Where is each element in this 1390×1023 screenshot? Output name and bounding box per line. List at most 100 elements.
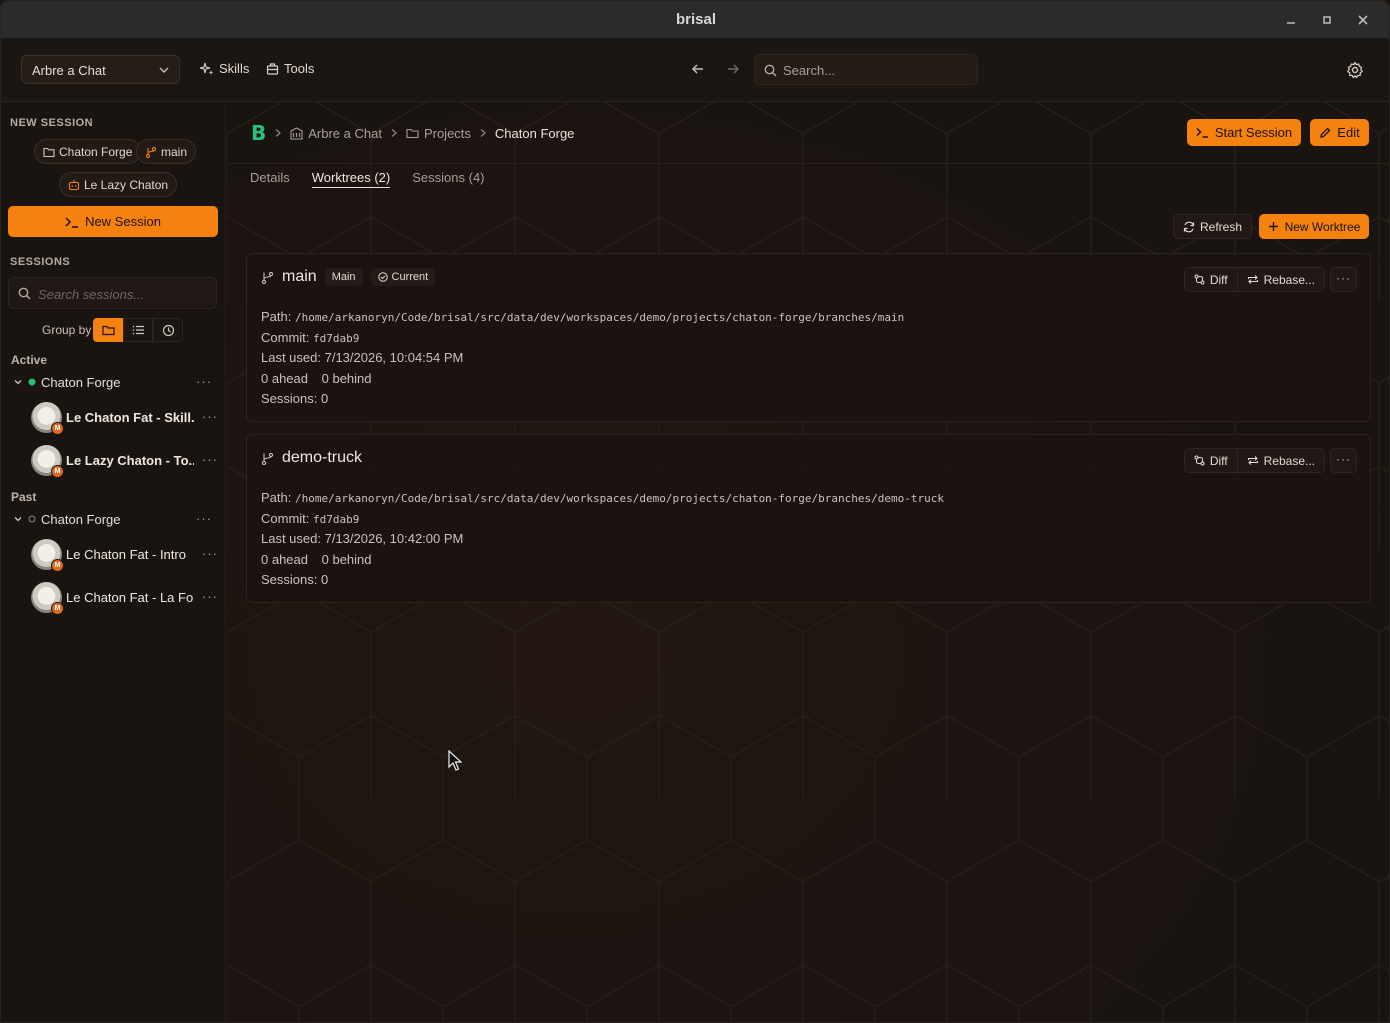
rebase-button[interactable]: Rebase... [1236,449,1324,472]
start-session-button[interactable]: Start Session [1187,119,1301,146]
breadcrumb-projects[interactable]: Projects [406,126,471,141]
active-group-label: Active [11,353,48,367]
session-search-input[interactable]: Search sessions... [8,277,217,309]
model-badge: M [51,464,64,478]
skills-label: Skills [219,61,250,76]
more-options-icon[interactable]: ··· [196,374,212,389]
terminal-icon [65,216,79,228]
settings-gear-icon[interactable] [1346,61,1364,79]
chevron-right-icon [274,128,282,138]
group-by-time-button[interactable] [153,318,183,342]
new-worktree-button[interactable]: New Worktree [1259,214,1369,239]
session-name: Le Chaton Fat - Skill... [66,409,194,425]
session-item[interactable]: M Le Lazy Chaton - To... ··· [31,443,221,478]
main-badge: Main [324,268,363,286]
building-icon [290,126,303,140]
more-options-icon[interactable]: ··· [202,452,218,467]
worktree-path-value: /home/arkanoryn/Code/brisal/src/data/dev… [294,492,944,505]
session-name: Le Chaton Fat - Intro [66,546,186,562]
more-options-icon[interactable]: ··· [196,511,212,526]
new-session-heading: NEW SESSION [10,117,94,129]
diff-label: Diff [1209,272,1228,287]
worktree-path-label: Path: [261,309,292,324]
model-badge: M [51,421,64,435]
breadcrumb-projects-label: Projects [423,125,471,141]
maximize-icon[interactable] [1319,12,1335,28]
past-project-group[interactable]: Chaton Forge ··· [13,508,218,530]
worktree-path-value: /home/arkanoryn/Code/brisal/src/data/dev… [294,311,905,324]
worktree-commit-value: fd7dab9 [313,332,360,345]
group-by-folder-button[interactable] [93,318,123,342]
edit-button[interactable]: Edit [1310,119,1369,146]
diff-icon [1194,274,1205,285]
past-group-label: Past [11,490,37,504]
more-options-icon[interactable]: ··· [1330,448,1357,473]
branch-chip[interactable]: main [136,139,197,164]
session-name: Le Lazy Chaton - To... [66,452,194,468]
agent-chip[interactable]: Le Lazy Chaton [59,172,178,197]
chevron-right-icon [479,128,487,138]
tab-worktrees[interactable]: Worktrees (2) [311,170,391,188]
session-item[interactable]: M Le Chaton Fat - La Fo... ··· [31,580,221,615]
more-options-icon[interactable]: ··· [202,589,218,604]
sidebar: NEW SESSION Chaton Forge main Le Lazy Ch… [1,102,226,1022]
git-branch-icon [261,271,274,284]
breadcrumb-workspace[interactable]: Arbre a Chat [290,126,382,141]
more-options-icon[interactable]: ··· [202,546,218,561]
worktree-sessions: Sessions: 0 [261,572,329,587]
worktree-path: Path: /home/arkanoryn/Code/brisal/src/da… [261,490,944,505]
app-logo[interactable]: B [251,121,266,145]
refresh-button[interactable]: Refresh [1173,214,1253,239]
group-by-list-button[interactable] [123,318,153,342]
forward-arrow-icon[interactable] [725,61,741,77]
edit-label: Edit [1337,125,1360,140]
behind-count: 0 behind [321,552,372,567]
diff-button[interactable]: Diff [1184,449,1237,472]
list-icon [132,324,145,336]
active-status-dot-icon [28,378,36,386]
worktree-last-used: Last used: 7/13/2026, 10:42:00 PM [261,531,464,546]
worktree-commit: Commit: fd7dab9 [261,330,359,345]
more-options-icon[interactable]: ··· [1330,267,1357,292]
diff-button[interactable]: Diff [1184,268,1237,291]
ahead-count: 0 ahead [261,371,308,386]
active-project-group[interactable]: Chaton Forge ··· [13,371,218,393]
tab-sessions[interactable]: Sessions (4) [412,170,484,188]
search-icon [18,287,31,300]
session-item[interactable]: M Le Chaton Fat - Intro ··· [31,537,221,572]
toolbox-icon [266,62,279,75]
pencil-icon [1319,127,1331,139]
tools-link[interactable]: Tools [266,61,314,76]
project-chip[interactable]: Chaton Forge [34,139,142,164]
toolbar: Arbre a Chat Skills Tools Search... [1,39,1389,102]
model-badge: M [51,601,64,615]
tab-details[interactable]: Details [250,170,290,188]
branch-chip-label: main [161,144,188,159]
folder-icon [101,324,115,336]
worktree-commit-label: Commit: [261,330,310,345]
minimize-icon[interactable] [1283,12,1299,28]
current-badge: Current [370,268,436,286]
main-content: B Arbre a Chat Projects Chaton Forge Sta… [227,102,1389,1022]
refresh-icon [1183,221,1195,233]
back-arrow-icon[interactable] [690,61,706,77]
project-chip-label: Chaton Forge [59,144,133,159]
worktree-card: main Main Current Diff Rebase... ··· Pat… [246,253,1371,422]
workspace-select[interactable]: Arbre a Chat [21,55,180,84]
close-icon[interactable] [1355,12,1371,28]
global-search-input[interactable]: Search... [754,54,978,85]
breadcrumb-workspace-label: Arbre a Chat [308,125,382,141]
agent-chip-label: Le Lazy Chaton [84,177,169,192]
rebase-label: Rebase... [1263,272,1315,287]
start-session-label: Start Session [1214,125,1293,140]
worktree-sync-status: 0 ahead 0 behind [261,371,372,386]
skills-link[interactable]: Skills [200,61,249,76]
more-options-icon[interactable]: ··· [202,409,218,424]
session-item[interactable]: M Le Chaton Fat - Skill... ··· [31,400,221,435]
check-circle-icon [377,272,388,282]
new-session-button[interactable]: New Session [8,206,218,237]
avatar: M [31,581,64,615]
sparkles-icon [200,62,214,76]
window-title: brisal [675,11,717,28]
rebase-button[interactable]: Rebase... [1236,268,1324,291]
